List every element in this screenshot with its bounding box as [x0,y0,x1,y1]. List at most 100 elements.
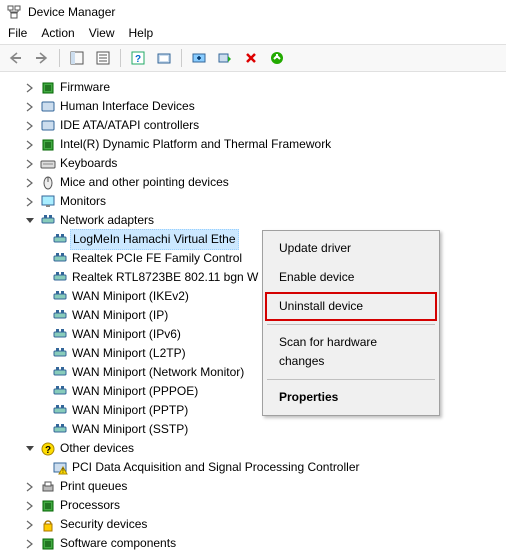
tree-label: Human Interface Devices [60,97,195,116]
tree-node-hid[interactable]: Human Interface Devices [6,97,506,116]
expander-icon[interactable] [24,500,36,512]
network-adapter-icon [52,232,68,248]
tree-node-keyboards[interactable]: Keyboards [6,154,506,173]
print-icon [40,479,56,495]
tree-label: Mice and other pointing devices [60,173,229,192]
menu-file[interactable]: File [8,26,27,40]
tree-label: PCI Data Acquisition and Signal Processi… [72,458,359,477]
menu-bar: File Action View Help [0,24,506,44]
properties-button[interactable] [91,47,115,69]
tree-label: Keyboards [60,154,117,173]
expander-icon[interactable] [24,158,36,170]
add-legacy-button[interactable] [265,47,289,69]
keyboard-icon [40,156,56,172]
tree-node-monitors[interactable]: Monitors [6,192,506,211]
expander-icon[interactable] [24,215,36,227]
enable-device-button[interactable] [213,47,237,69]
tree-node-network[interactable]: Network adapters [6,211,506,230]
svg-text:?: ? [135,54,141,65]
tree-label: Processors [60,496,120,515]
hid-icon [40,99,56,115]
context-update-driver[interactable]: Update driver [265,234,437,263]
toolbar-separator [181,49,182,67]
tree-label: Firmware [60,78,110,97]
forward-button[interactable] [30,47,54,69]
tree-node-ide[interactable]: IDE ATA/ATAPI controllers [6,116,506,135]
software-icon [40,536,56,552]
network-adapter-icon [52,308,68,324]
tree-label: WAN Miniport (SSTP) [72,420,188,439]
tree-node-other-item[interactable]: PCI Data Acquisition and Signal Processi… [6,458,506,477]
warning-device-icon [52,460,68,476]
menu-view[interactable]: View [89,26,115,40]
expander-icon[interactable] [24,443,36,455]
tree-label: Network adapters [60,211,154,230]
update-driver-button[interactable] [187,47,211,69]
tree-label: Realtek RTL8723BE 802.11 bgn W [72,268,258,287]
network-adapter-icon [52,365,68,381]
tree-node-print[interactable]: Print queues [6,477,506,496]
context-uninstall-device[interactable]: Uninstall device [265,292,437,321]
expander-icon[interactable] [24,177,36,189]
menu-action[interactable]: Action [41,26,74,40]
monitor-icon [40,194,56,210]
tree-label: WAN Miniport (IPv6) [72,325,181,344]
other-devices-icon [40,441,56,457]
toolbar-separator [120,49,121,67]
title-bar: Device Manager [0,0,506,24]
context-enable-device[interactable]: Enable device [265,263,437,292]
expander-icon[interactable] [24,101,36,113]
back-button[interactable] [4,47,28,69]
expander-icon[interactable] [24,82,36,94]
tree-label: Realtek PCIe FE Family Control [72,249,242,268]
tree-label: Print queues [60,477,127,496]
tree-label: WAN Miniport (PPTP) [72,401,188,420]
tree-label: WAN Miniport (Network Monitor) [72,363,244,382]
network-adapter-icon [52,403,68,419]
network-adapter-icon [52,289,68,305]
network-adapter-icon [52,384,68,400]
scan-button[interactable] [152,47,176,69]
context-scan[interactable]: Scan for hardware changes [265,328,437,376]
network-adapter-icon [52,327,68,343]
network-adapter-icon [52,422,68,438]
network-icon [40,213,56,229]
security-icon [40,517,56,533]
tree-node-network-item[interactable]: WAN Miniport (SSTP) [6,420,506,439]
network-adapter-icon [52,270,68,286]
tree-label: Software components [60,534,176,553]
tree-node-firmware[interactable]: Firmware [6,78,506,97]
tree-label: WAN Miniport (IKEv2) [72,287,189,306]
expander-icon[interactable] [24,139,36,151]
uninstall-device-button[interactable] [239,47,263,69]
expander-icon[interactable] [24,481,36,493]
toolbar-separator [59,49,60,67]
tree-node-software[interactable]: Software components [6,534,506,553]
expander-icon[interactable] [24,196,36,208]
context-properties[interactable]: Properties [265,383,437,412]
menu-help[interactable]: Help [129,26,154,40]
help-button[interactable]: ? [126,47,150,69]
tree-node-intel[interactable]: Intel(R) Dynamic Platform and Thermal Fr… [6,135,506,154]
expander-icon[interactable] [24,120,36,132]
tree-label: Intel(R) Dynamic Platform and Thermal Fr… [60,135,331,154]
tree-label: LogMeIn Hamachi Virtual Ethe [70,229,239,250]
toolbar: ? [0,44,506,72]
context-separator [267,379,435,380]
tree-node-mice[interactable]: Mice and other pointing devices [6,173,506,192]
expander-icon[interactable] [24,519,36,531]
tree-node-processors[interactable]: Processors [6,496,506,515]
tree-label: WAN Miniport (IP) [72,306,168,325]
context-separator [267,324,435,325]
processor-icon [40,498,56,514]
intel-icon [40,137,56,153]
tree-label: IDE ATA/ATAPI controllers [60,116,199,135]
show-hide-tree-button[interactable] [65,47,89,69]
tree-label: Monitors [60,192,106,211]
tree-node-security[interactable]: Security devices [6,515,506,534]
tree-node-other[interactable]: Other devices [6,439,506,458]
tree-label: WAN Miniport (PPPOE) [72,382,198,401]
expander-icon[interactable] [24,538,36,550]
device-tree: ! ? Firmware Human Interface Devices IDE… [0,72,506,553]
tree-label: WAN Miniport (L2TP) [72,344,186,363]
